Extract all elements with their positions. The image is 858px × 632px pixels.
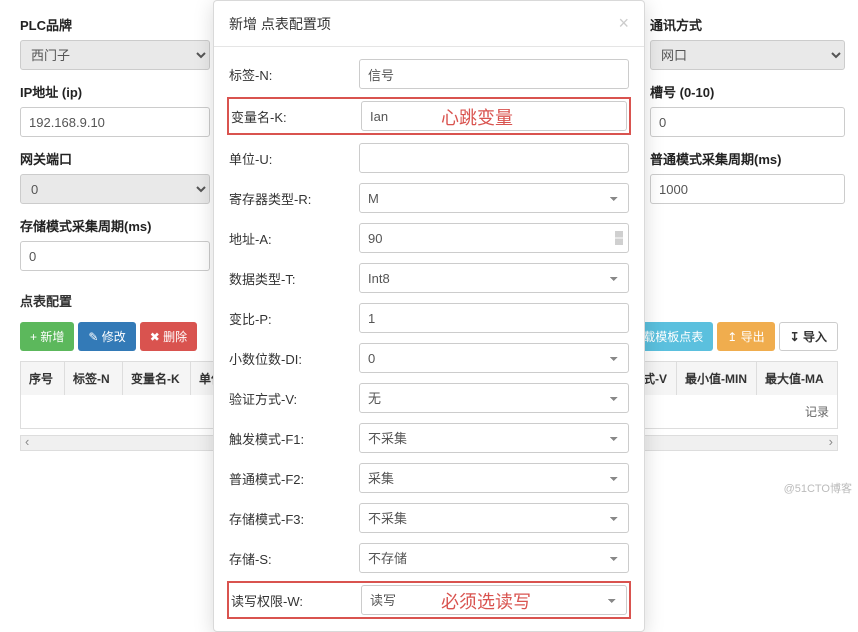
normal-cycle-label: 普通模式采集周期(ms) [650,149,845,168]
address-label: 地址-A: [229,229,359,248]
data-type-select[interactable]: Int8 [359,263,629,293]
address-input[interactable] [359,223,629,253]
storage-mode-select[interactable]: 不采集 [359,503,629,533]
variable-name-label: 变量名-K: [231,107,361,126]
save-label: 存储-S: [229,549,359,568]
normal-mode-label: 普通模式-F2: [229,469,359,488]
th-max: 最大值-MA [757,362,837,395]
ip-input[interactable] [20,107,210,137]
unit-input[interactable] [359,143,629,173]
rw-permission-label: 读写权限-W: [231,591,361,610]
watermark: @51CTO博客 [784,480,852,496]
storage-mode-label: 存储模式-F3: [229,509,359,528]
gateway-port-select[interactable]: 0 [20,174,210,204]
plc-brand-label: PLC品牌 [20,15,210,34]
tag-label: 标签-N: [229,65,359,84]
modal-title: 新增 点表配置项 [229,14,331,34]
slot-input[interactable] [650,107,845,137]
storage-cycle-label: 存储模式采集周期(ms) [20,216,210,235]
decimal-label: 小数位数-DI: [229,349,359,368]
save-select[interactable]: 不存储 [359,543,629,573]
decimal-select[interactable]: 0 [359,343,629,373]
slot-label: 槽号 (0-10) [650,82,845,101]
normal-mode-select[interactable]: 采集 [359,463,629,493]
register-type-label: 寄存器类型-R: [229,189,359,208]
export-button[interactable]: ↥ 导出 [717,322,774,351]
ip-label: IP地址 (ip) [20,82,210,101]
ratio-input[interactable] [359,303,629,333]
variable-name-highlight: 变量名-K: 心跳变量 [227,97,631,135]
th-index: 序号 [21,362,65,395]
th-var: 变量名-K [123,362,191,395]
verify-select[interactable]: 无 [359,383,629,413]
rw-permission-select[interactable]: 读写 [361,585,627,615]
ratio-label: 变比-P: [229,309,359,328]
edit-button[interactable]: ✎ 修改 [78,322,135,351]
th-min: 最小值-MIN [677,362,757,395]
add-button[interactable]: + 新增 [20,322,74,351]
delete-button[interactable]: ✖ 删除 [140,322,197,351]
data-type-label: 数据类型-T: [229,269,359,288]
th-tag: 标签-N [65,362,123,395]
tag-input[interactable] [359,59,629,89]
rw-permission-highlight: 读写权限-W: 读写 必须选读写 [227,581,631,619]
variable-name-input[interactable] [361,101,627,131]
verify-label: 验证方式-V: [229,389,359,408]
gateway-port-label: 网关端口 [20,149,210,168]
close-icon[interactable]: × [618,13,629,34]
trigger-mode-label: 触发模式-F1: [229,429,359,448]
register-type-select[interactable]: M [359,183,629,213]
import-button[interactable]: ↧ 导入 [779,322,838,351]
trigger-mode-select[interactable]: 不采集 [359,423,629,453]
add-point-config-modal: 新增 点表配置项 × 标签-N: 变量名-K: 心跳变量 单位-U: 寄存器类型… [213,0,645,632]
storage-cycle-input[interactable] [20,241,210,271]
comm-method-select[interactable]: 网口 [650,40,845,70]
unit-label: 单位-U: [229,149,359,168]
normal-cycle-input[interactable] [650,174,845,204]
plc-brand-select[interactable]: 西门子 [20,40,210,70]
comm-method-label: 通讯方式 [650,15,845,34]
